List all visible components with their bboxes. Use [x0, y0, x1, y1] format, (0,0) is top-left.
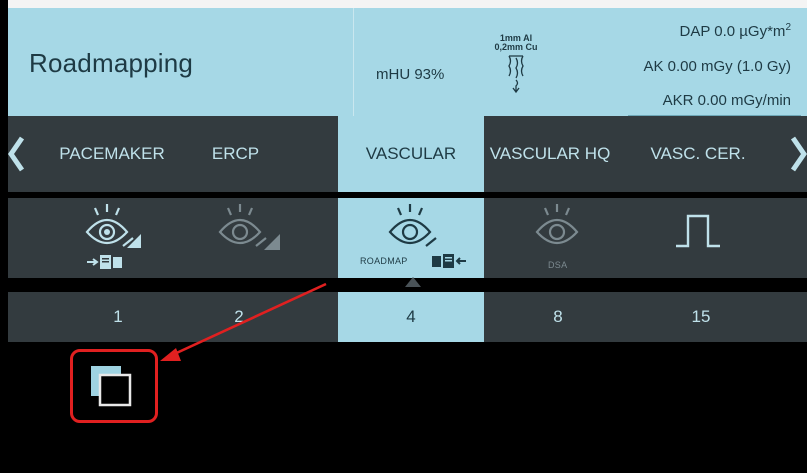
mode-fluoro-store-button[interactable] — [45, 198, 191, 278]
protocol-tab-bar: PACEMAKER ERCP VASCULAR VASCULAR HQ VASC… — [8, 116, 807, 192]
tab-ercp[interactable]: ERCP — [183, 116, 288, 192]
frame-rate-option-selected[interactable]: 4 — [338, 292, 484, 342]
tab-vasc-cer[interactable]: VASC. CER. — [628, 116, 768, 192]
frame-rate-option[interactable]: 15 — [628, 292, 774, 342]
pulse-icon — [676, 214, 720, 248]
frame-rate-option[interactable]: 2 — [166, 292, 312, 342]
ak-readout: AK 0.00 mGy (1.0 Gy) — [643, 58, 791, 75]
eye-fluoro-icon — [218, 204, 280, 250]
scroll-right-arrow-icon[interactable] — [791, 136, 807, 172]
frame-rate-option[interactable]: 8 — [485, 292, 631, 342]
mode-fluoro-button[interactable] — [188, 198, 334, 278]
scroll-left-arrow-icon[interactable] — [8, 136, 24, 172]
highlight-annotation-box — [70, 349, 158, 423]
mode-pulse-button[interactable] — [628, 198, 774, 278]
dsa-mode-label: DSA — [548, 260, 568, 270]
header-divider — [353, 8, 354, 116]
page-title: Roadmapping — [29, 48, 194, 78]
xray-beam-icon — [508, 55, 524, 94]
filter-cu-label: 0,2mm Cu — [494, 42, 538, 52]
mode-roadmap-button[interactable]: ROADMAP — [338, 198, 484, 278]
filter-indicator: 1mm Al 0,2mm Cu — [488, 34, 544, 94]
dap-readout: DAP 0.0 µGy*m2 — [680, 22, 791, 40]
akr-readout: AKR 0.00 mGy/min — [662, 92, 791, 109]
frame-rate-bar: 1 2 4 8 15 — [8, 292, 807, 342]
tab-vascular[interactable]: VASCULAR — [338, 116, 484, 192]
roadmap-mode-label: ROADMAP — [360, 256, 408, 266]
mode-dsa-button[interactable]: DSA — [485, 198, 631, 278]
status-header: Roadmapping mHU 93% 1mm Al 0,2mm Cu DAP … — [8, 0, 807, 116]
dap-unit-exponent: 2 — [785, 22, 791, 33]
dap-value: DAP 0.0 µGy*m — [679, 23, 786, 40]
eye-roadmap-icon — [388, 204, 466, 268]
eye-fluoro-store-icon — [85, 204, 141, 269]
acquisition-mode-bar: ROADMAP DSA — [8, 198, 807, 278]
tab-pacemaker[interactable]: PACEMAKER — [42, 116, 182, 192]
tab-vascular-hq[interactable]: VASCULAR HQ — [485, 116, 615, 192]
active-mode-caret-icon — [405, 277, 421, 287]
tube-heat-readout: mHU 93% — [376, 66, 445, 83]
